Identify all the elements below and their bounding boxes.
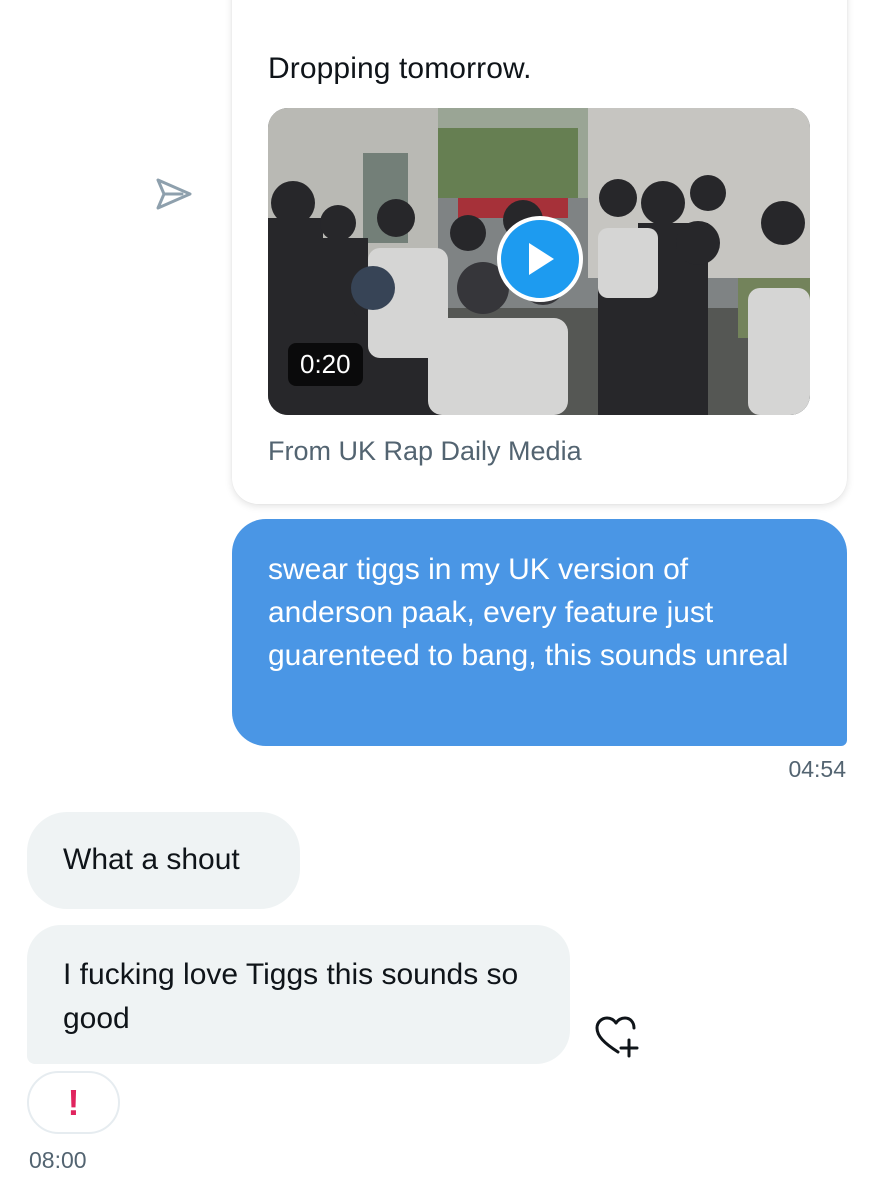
message-reaction[interactable]: ! <box>27 1071 120 1134</box>
exclamation-icon: ! <box>67 1081 80 1123</box>
video-duration: 0:20 <box>288 343 363 386</box>
share-dm-icon[interactable] <box>152 176 194 212</box>
play-button[interactable] <box>497 216 583 302</box>
incoming-message[interactable]: I fucking love Tiggs this sounds so good <box>27 925 570 1064</box>
message-timestamp: 04:54 <box>788 756 846 782</box>
incoming-message[interactable]: What a shout <box>27 812 300 909</box>
outgoing-message[interactable]: swear tiggs in my UK version of anderson… <box>232 519 847 746</box>
message-timestamp: 08:00 <box>29 1147 87 1173</box>
play-icon <box>529 243 554 275</box>
dm-conversation: Dropping tomorrow. 0:20 From UK Rap Dail… <box>0 0 874 1200</box>
media-source: From UK Rap Daily Media <box>268 436 582 466</box>
heart-plus-icon[interactable] <box>594 1016 640 1060</box>
video-thumbnail[interactable]: 0:20 <box>268 108 810 415</box>
tweet-text: Dropping tomorrow. <box>268 52 532 85</box>
shared-tweet-card[interactable]: Dropping tomorrow. 0:20 From UK Rap Dail… <box>232 0 847 504</box>
